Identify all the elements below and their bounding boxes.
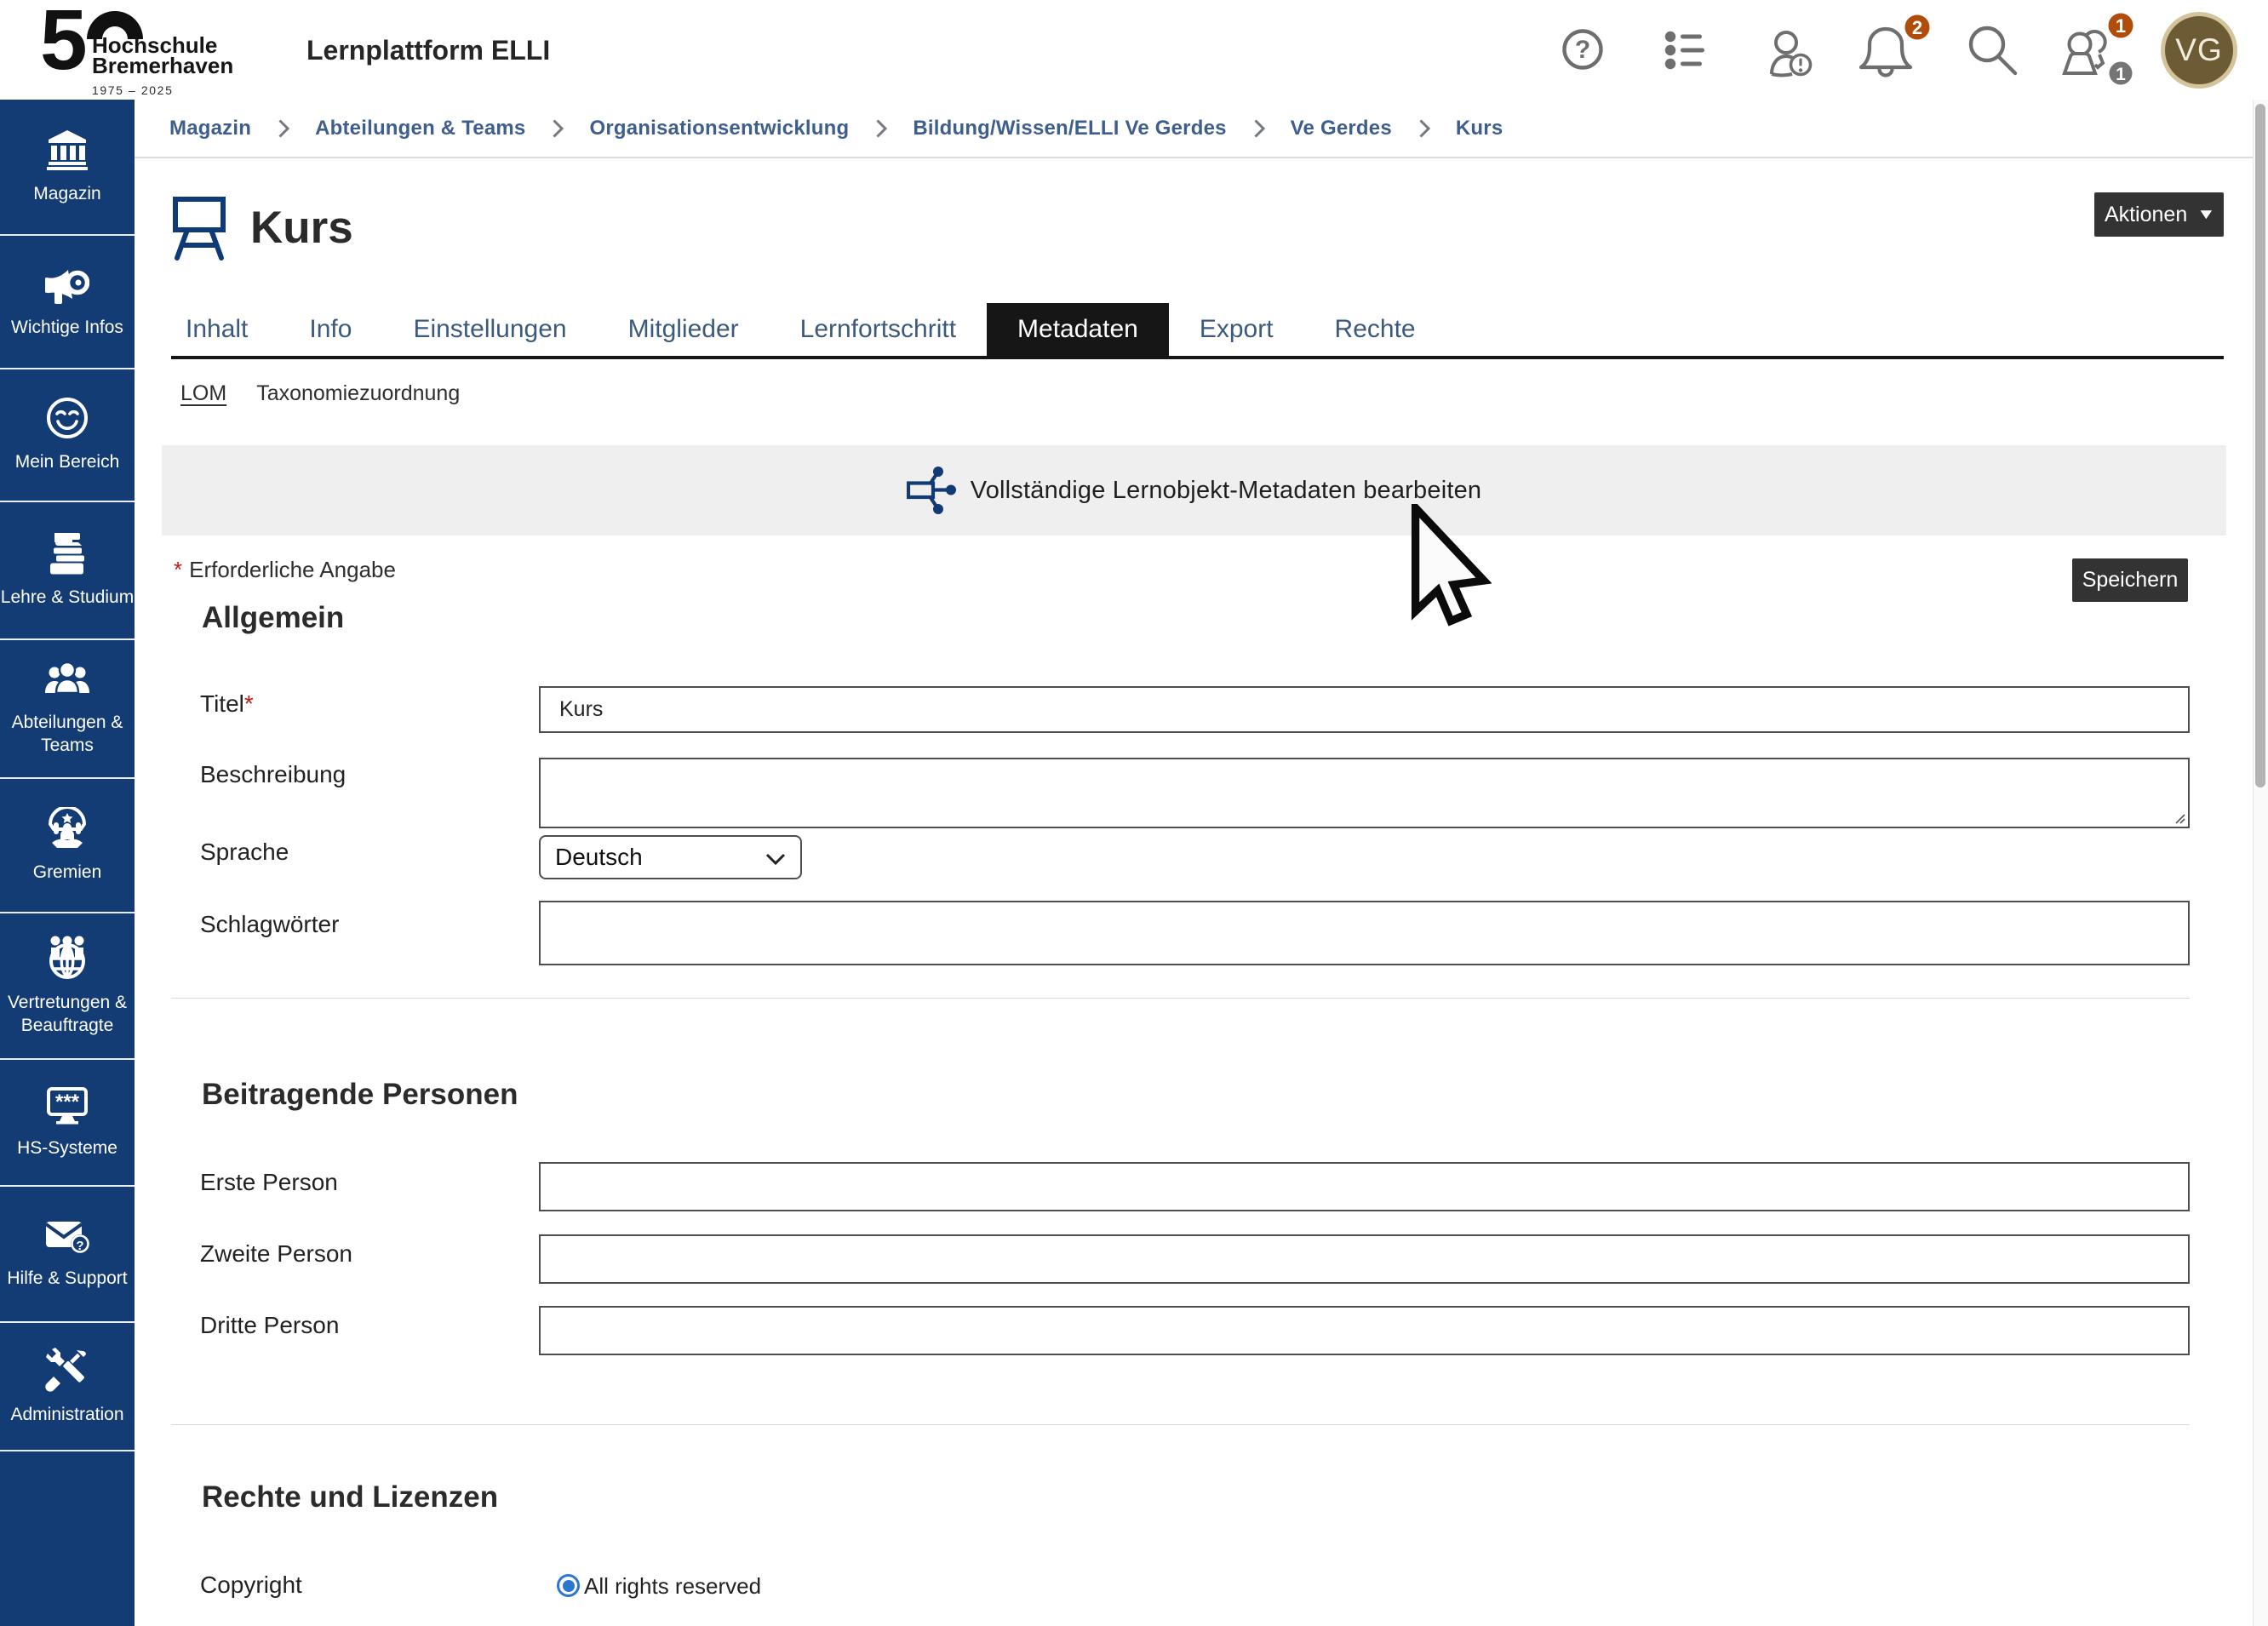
svg-text:1: 1: [2116, 15, 2126, 37]
svg-text:***: ***: [55, 1091, 80, 1114]
svg-text:?: ?: [76, 1239, 83, 1253]
svg-text:?: ?: [1575, 36, 1590, 64]
svg-text:1: 1: [2116, 65, 2126, 84]
svg-text:2: 2: [1912, 17, 1922, 38]
